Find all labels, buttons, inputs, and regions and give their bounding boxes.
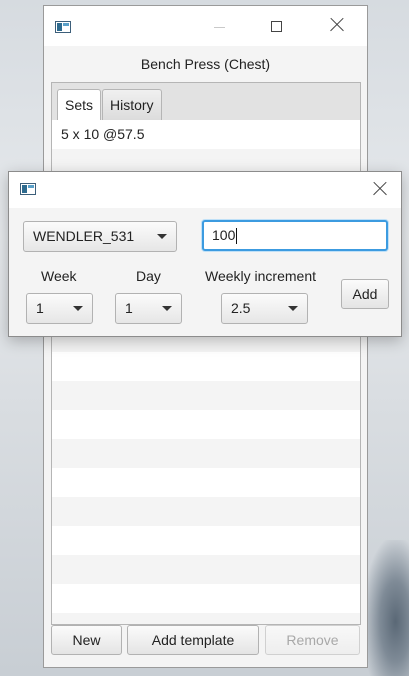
main-titlebar[interactable]	[44, 6, 367, 46]
add-button[interactable]: Add	[341, 279, 389, 309]
list-item[interactable]	[52, 613, 360, 624]
new-button[interactable]: New	[51, 625, 122, 655]
day-select-value: 1	[125, 300, 133, 316]
maximize-button[interactable]	[254, 6, 300, 46]
list-item[interactable]	[52, 352, 360, 381]
list-item[interactable]	[52, 555, 360, 584]
chevron-down-icon	[288, 306, 298, 311]
bottom-toolbar: New Add template Remove	[51, 625, 361, 661]
list-item[interactable]	[52, 439, 360, 468]
dialog-titlebar[interactable]	[9, 172, 401, 208]
weight-input-value: 100	[212, 227, 236, 243]
chevron-down-icon	[157, 234, 167, 239]
list-item[interactable]	[52, 410, 360, 439]
tab-history[interactable]: History	[102, 89, 162, 120]
minimize-button[interactable]	[196, 6, 242, 46]
add-template-dialog: WENDLER_531 100 Week Day Weekly incremen…	[8, 171, 402, 337]
weekly-increment-label: Weekly increment	[205, 268, 317, 284]
dialog-app-icon	[20, 183, 36, 195]
desktop-background	[364, 540, 409, 676]
template-select[interactable]: WENDLER_531	[23, 221, 177, 252]
weight-input[interactable]: 100	[202, 220, 388, 251]
close-button[interactable]	[314, 6, 360, 46]
chevron-down-icon	[162, 306, 172, 311]
list-item[interactable]: 5 x 10 @57.5	[52, 120, 360, 149]
dialog-close-button[interactable]	[357, 172, 403, 208]
list-item[interactable]	[52, 526, 360, 555]
close-icon	[330, 18, 344, 32]
list-item[interactable]	[52, 584, 360, 613]
tab-header: Sets History	[52, 83, 360, 121]
chevron-down-icon	[73, 306, 83, 311]
minimize-icon	[214, 27, 225, 28]
app-icon	[55, 21, 71, 33]
list-item[interactable]	[52, 381, 360, 410]
day-label: Day	[136, 268, 161, 284]
add-template-button[interactable]: Add template	[127, 625, 259, 655]
tab-sets[interactable]: Sets	[57, 89, 102, 121]
week-select[interactable]: 1	[26, 293, 93, 324]
weekly-increment-select[interactable]: 2.5	[221, 293, 308, 324]
dialog-close-icon	[373, 182, 387, 196]
week-label: Week	[41, 268, 77, 284]
maximize-icon	[271, 21, 282, 32]
day-select[interactable]: 1	[115, 293, 182, 324]
remove-button: Remove	[265, 625, 360, 655]
exercise-title: Bench Press (Chest)	[140, 56, 271, 72]
week-select-value: 1	[36, 300, 44, 316]
tab-pane: Sets History 5 x 10 @57.5	[51, 82, 361, 625]
list-item[interactable]	[52, 497, 360, 526]
template-select-value: WENDLER_531	[33, 228, 135, 244]
weekly-increment-value: 2.5	[231, 300, 251, 316]
list-item[interactable]	[52, 468, 360, 497]
text-caret	[236, 228, 238, 245]
